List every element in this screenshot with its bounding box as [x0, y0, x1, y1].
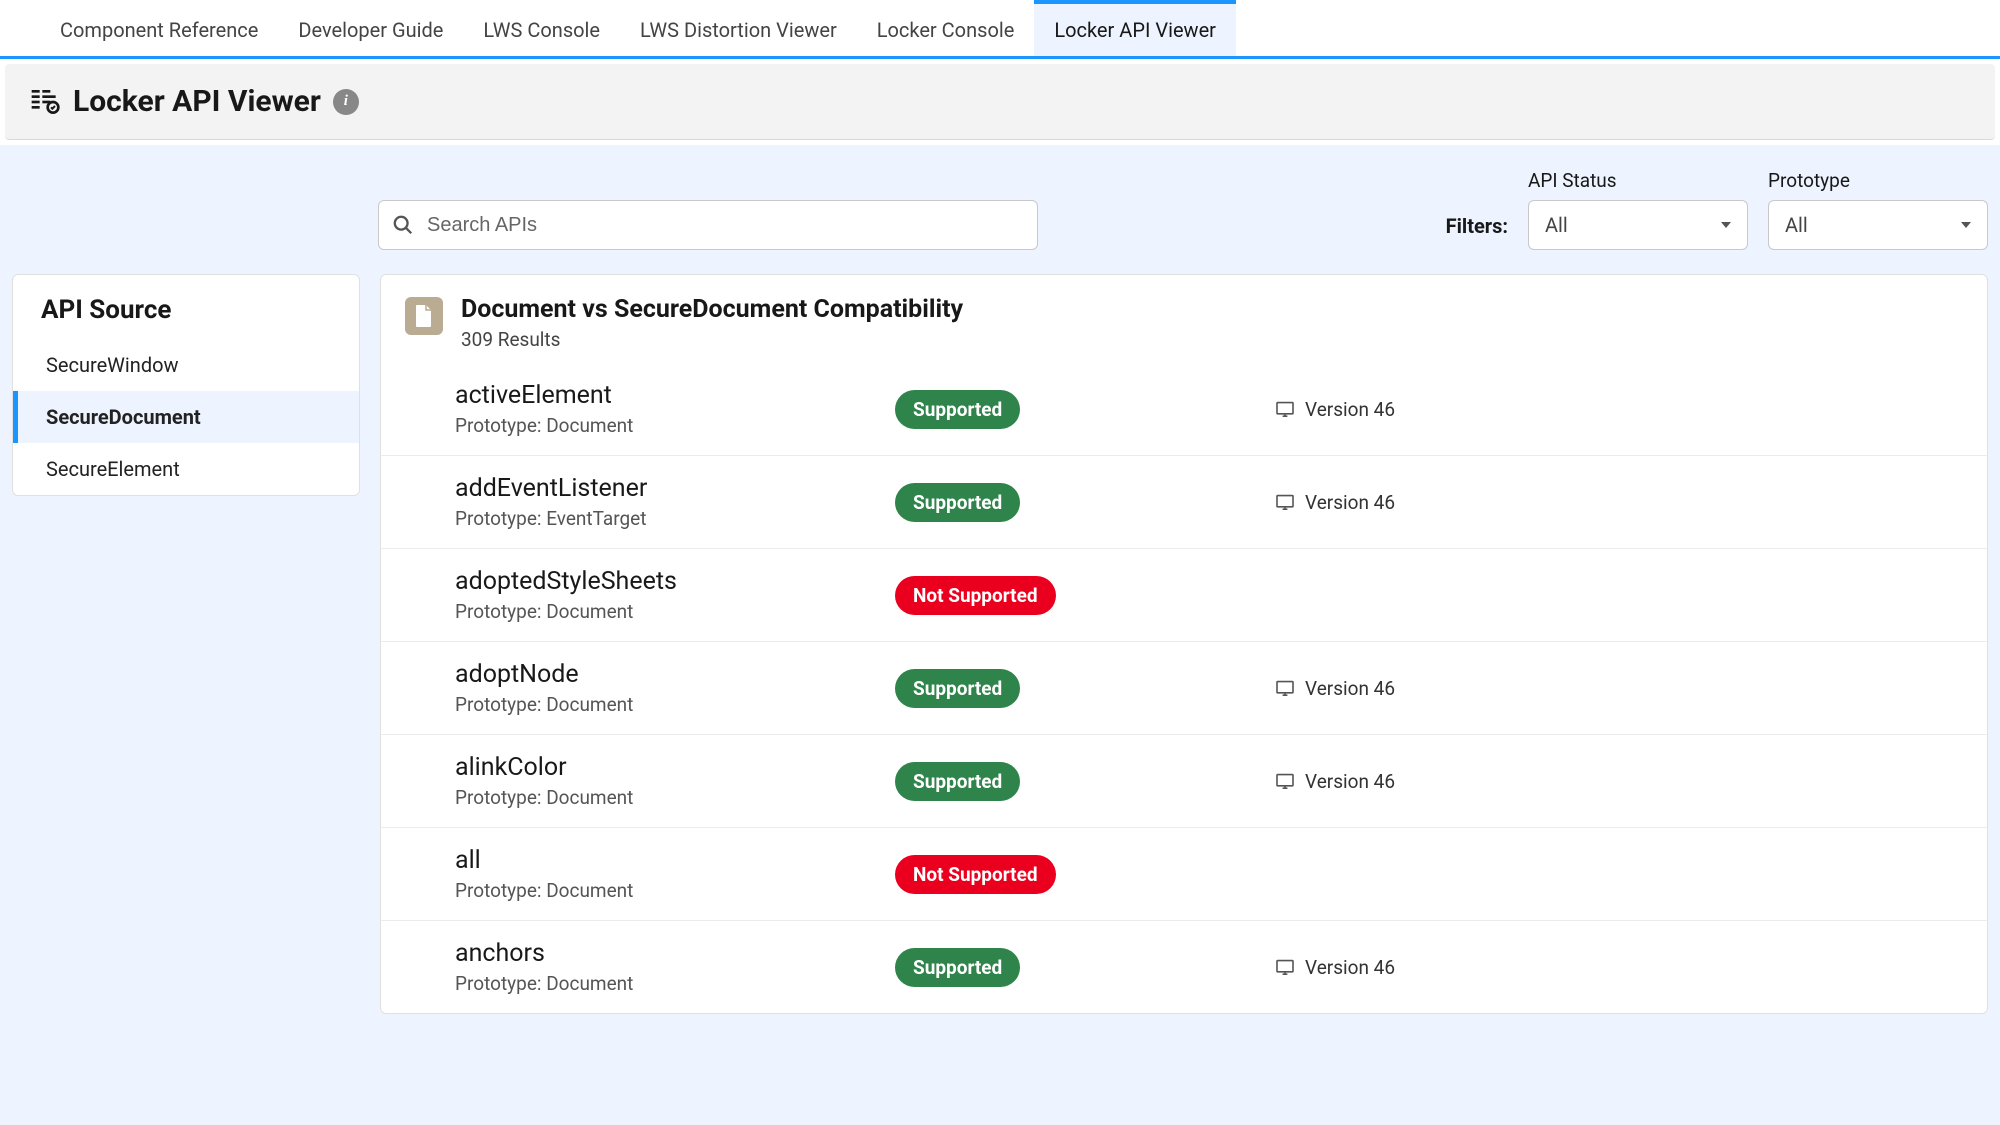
version-icon	[1275, 401, 1295, 417]
search-icon	[392, 214, 414, 236]
status-badge: Not Supported	[895, 576, 1056, 615]
api-prototype: Prototype: Document	[455, 600, 895, 623]
status-badge: Supported	[895, 669, 1020, 708]
api-row[interactable]: adoptedStyleSheets Prototype: DocumentNot…	[381, 548, 1987, 641]
api-name: all	[455, 846, 895, 875]
version-icon	[1275, 773, 1295, 789]
api-row[interactable]: adoptNode Prototype: DocumentSupported Ver…	[381, 641, 1987, 734]
api-row[interactable]: all Prototype: DocumentNot Supported	[381, 827, 1987, 920]
panel-title: Document vs SecureDocument Compatibility	[461, 295, 963, 324]
select-prototype[interactable]: All	[1768, 200, 1988, 250]
api-row[interactable]: activeElement Prototype: DocumentSupporte…	[381, 363, 1987, 455]
api-row[interactable]: anchors Prototype: DocumentSupported Versi…	[381, 920, 1987, 1013]
version-icon	[1275, 494, 1295, 510]
version-icon	[1275, 680, 1295, 696]
panel-header: Document vs SecureDocument Compatibility…	[381, 275, 1987, 363]
sidebar-title: API Source	[13, 275, 359, 339]
page-header: Locker API Viewer i	[5, 64, 1995, 140]
tab-developer-guide[interactable]: Developer Guide	[278, 0, 463, 56]
api-version: Version 46	[1275, 491, 1395, 514]
filters-row: Filters: API Status All Prototype All	[12, 169, 1988, 274]
locker-viewer-icon	[29, 86, 61, 118]
api-prototype: Prototype: Document	[455, 786, 895, 809]
version-icon	[1275, 959, 1295, 975]
api-prototype: Prototype: Document	[455, 414, 895, 437]
content-panel: Document vs SecureDocument Compatibility…	[380, 274, 1988, 1014]
api-name: anchors	[455, 939, 895, 968]
api-prototype: Prototype: Document	[455, 879, 895, 902]
api-prototype: Prototype: Document	[455, 693, 895, 716]
api-name: adoptNode	[455, 660, 895, 689]
info-icon[interactable]: i	[333, 89, 359, 115]
tab-locker-console[interactable]: Locker Console	[857, 0, 1035, 56]
api-prototype: Prototype: EventTarget	[455, 507, 895, 530]
api-prototype: Prototype: Document	[455, 972, 895, 995]
api-name: addEventListener	[455, 474, 895, 503]
status-badge: Supported	[895, 483, 1020, 522]
status-badge: Supported	[895, 762, 1020, 801]
status-badge: Supported	[895, 390, 1020, 429]
sidebar-item-securewindow[interactable]: SecureWindow	[13, 339, 359, 391]
api-row[interactable]: addEventListener Prototype: EventTargetSu…	[381, 455, 1987, 548]
status-badge: Not Supported	[895, 855, 1056, 894]
tab-locker-api-viewer[interactable]: Locker API Viewer	[1034, 0, 1236, 56]
select-api-status[interactable]: All	[1528, 200, 1748, 250]
search-wrap	[378, 200, 1038, 250]
api-version: Version 46	[1275, 956, 1395, 979]
search-input[interactable]	[378, 200, 1038, 250]
sidebar: API Source SecureWindowSecureDocumentSec…	[12, 274, 360, 496]
filter-title-api-status: API Status	[1528, 169, 1748, 192]
tab-component-reference[interactable]: Component Reference	[40, 0, 278, 56]
panel-subtitle: 309 Results	[461, 328, 963, 351]
sidebar-item-securedocument[interactable]: SecureDocument	[13, 391, 359, 443]
api-name: alinkColor	[455, 753, 895, 782]
main-content: Filters: API Status All Prototype All AP…	[0, 145, 2000, 1125]
tab-lws-console[interactable]: LWS Console	[463, 0, 620, 56]
filter-prototype: Prototype All	[1768, 169, 1988, 250]
filters-label: Filters:	[1446, 214, 1508, 250]
api-version: Version 46	[1275, 770, 1395, 793]
api-version: Version 46	[1275, 398, 1395, 421]
sidebar-item-secureelement[interactable]: SecureElement	[13, 443, 359, 495]
document-icon	[405, 297, 443, 335]
api-version: Version 46	[1275, 677, 1395, 700]
filter-title-prototype: Prototype	[1768, 169, 1988, 192]
api-row[interactable]: alinkColor Prototype: DocumentSupported Ve…	[381, 734, 1987, 827]
api-name: activeElement	[455, 381, 895, 410]
tab-lws-distortion-viewer[interactable]: LWS Distortion Viewer	[620, 0, 857, 56]
filter-api-status: API Status All	[1528, 169, 1748, 250]
top-tabs: Component ReferenceDeveloper GuideLWS Co…	[0, 0, 2000, 59]
status-badge: Supported	[895, 948, 1020, 987]
api-name: adoptedStyleSheets	[455, 567, 895, 596]
page-title: Locker API Viewer	[73, 84, 321, 119]
